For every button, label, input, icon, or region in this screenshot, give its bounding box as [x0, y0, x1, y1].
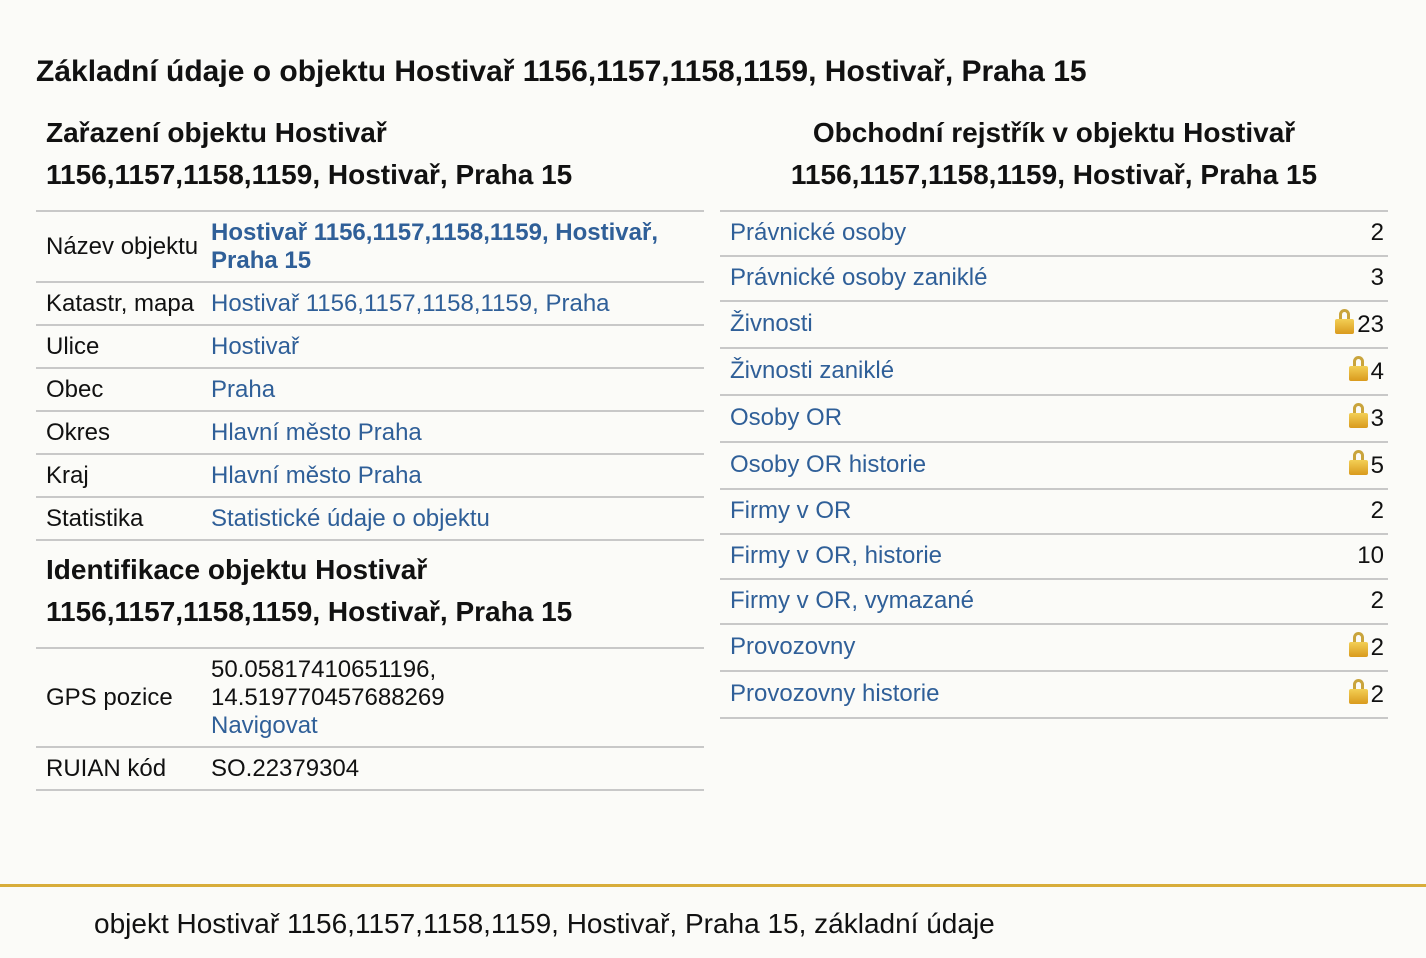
street-label: Ulice	[46, 333, 100, 360]
registry-row: Živnosti zaniklé 4	[720, 348, 1388, 395]
registry-heading: Obchodní rejstřík v objektu Hostivař 115…	[720, 110, 1388, 210]
identification-heading: Identifikace objektu Hostivař 1156,1157,…	[36, 541, 704, 647]
right-column: Obchodní rejstřík v objektu Hostivař 115…	[720, 110, 1388, 719]
object-name-link[interactable]: Hostivař 1156,1157,1158,1159, Hostivař, …	[211, 219, 658, 274]
lock-icon	[1335, 309, 1355, 334]
registry-row: Osoby OR 3	[720, 395, 1388, 442]
identification-heading-line1: Identifikace objektu Hostivař	[46, 554, 428, 585]
name-label: Název objektu	[46, 233, 199, 260]
registry-count: 3	[1370, 405, 1384, 432]
registry-count: 3	[1370, 264, 1384, 291]
identification-heading-line2: 1156,1157,1158,1159, Hostivař, Praha 15	[46, 596, 573, 627]
registry-heading-line2: 1156,1157,1158,1159, Hostivař, Praha 15	[790, 159, 1318, 190]
gps-label: GPS pozice	[46, 684, 173, 711]
registry-link[interactable]: Právnické osoby	[730, 219, 906, 246]
region-link[interactable]: Hlavní město Praha	[211, 462, 422, 489]
street-link[interactable]: Hostivař	[211, 333, 299, 360]
statistics-label: Statistika	[46, 505, 144, 532]
registry-count: 2	[1370, 219, 1384, 246]
registry-row: Firmy v OR, historie 10	[720, 534, 1388, 579]
footer-text: objekt Hostivař 1156,1157,1158,1159, Hos…	[94, 908, 995, 939]
registry-link[interactable]: Osoby OR historie	[730, 451, 926, 478]
table-row-statistics: Statistika Statistické údaje o objektu	[36, 497, 704, 540]
classification-heading-line2: 1156,1157,1158,1159, Hostivař, Praha 15	[46, 159, 573, 190]
page-title: Základní údaje o objektu Hostivař 1156,1…	[36, 55, 1087, 88]
table-row-street: Ulice Hostivař	[36, 325, 704, 368]
lock-icon	[1348, 356, 1368, 381]
gps-longitude: 14.519770457688269	[211, 684, 445, 711]
registry-link[interactable]: Právnické osoby zaniklé	[730, 264, 987, 291]
lock-icon	[1348, 679, 1368, 704]
lock-icon	[1348, 450, 1368, 475]
registry-count: 4	[1370, 358, 1384, 385]
classification-heading: Zařazení objektu Hostivař 1156,1157,1158…	[36, 110, 704, 210]
navigate-link[interactable]: Navigovat	[211, 712, 318, 739]
classification-table: Název objektu Hostivař 1156,1157,1158,11…	[36, 210, 704, 541]
ruian-value: SO.22379304	[211, 755, 360, 782]
registry-row: Provozovny historie 2	[720, 671, 1388, 718]
table-row-district: Okres Hlavní město Praha	[36, 411, 704, 454]
registry-link[interactable]: Firmy v OR, historie	[730, 542, 942, 569]
registry-row: Firmy v OR 2	[720, 489, 1388, 534]
region-label: Kraj	[46, 462, 89, 489]
statistics-link[interactable]: Statistické údaje o objektu	[211, 505, 490, 532]
registry-count: 2	[1370, 587, 1384, 614]
registry-row: Živnosti 23	[720, 301, 1388, 348]
municipality-link[interactable]: Praha	[211, 376, 275, 403]
table-row-municipality: Obec Praha	[36, 368, 704, 411]
lock-icon	[1348, 632, 1368, 657]
footer-divider	[0, 884, 1426, 887]
registry-count: 5	[1370, 452, 1384, 479]
registry-link[interactable]: Živnosti zaniklé	[730, 357, 894, 384]
registry-count: 2	[1370, 634, 1384, 661]
municipality-label: Obec	[46, 376, 104, 403]
registry-count: 2	[1370, 497, 1384, 524]
registry-link[interactable]: Živnosti	[730, 310, 813, 337]
registry-link[interactable]: Osoby OR	[730, 404, 842, 431]
table-row-gps: GPS pozice 50.05817410651196, 14.5197704…	[36, 648, 704, 747]
district-link[interactable]: Hlavní město Praha	[211, 419, 422, 446]
registry-link[interactable]: Firmy v OR, vymazané	[730, 587, 974, 614]
classification-heading-line1: Zařazení objektu Hostivař	[46, 117, 387, 148]
district-label: Okres	[46, 419, 111, 446]
left-column: Zařazení objektu Hostivař 1156,1157,1158…	[36, 110, 704, 791]
registry-link[interactable]: Provozovny	[730, 633, 855, 660]
gps-latitude: 50.05817410651196,	[211, 656, 437, 683]
registry-heading-line1: Obchodní rejstřík v objektu Hostivař	[812, 117, 1296, 148]
ruian-label: RUIAN kód	[46, 755, 167, 782]
cadastre-label: Katastr, mapa	[46, 290, 195, 317]
table-row-cadastre: Katastr, mapa Hostivař 1156,1157,1158,11…	[36, 282, 704, 325]
registry-table: Právnické osoby 2 Právnické osoby zaniklé 3…	[720, 210, 1388, 719]
registry-row: Právnické osoby zaniklé 3	[720, 256, 1388, 301]
registry-count: 23	[1357, 311, 1384, 338]
registry-row: Firmy v OR, vymazané 2	[720, 579, 1388, 624]
registry-row: Právnické osoby 2	[720, 211, 1388, 256]
registry-row: Provozovny 2	[720, 624, 1388, 671]
table-row-ruian: RUIAN kód SO.22379304	[36, 747, 704, 790]
cadastre-link[interactable]: Hostivař 1156,1157,1158,1159, Praha	[211, 290, 610, 317]
registry-link[interactable]: Provozovny historie	[730, 680, 939, 707]
registry-link[interactable]: Firmy v OR	[730, 497, 851, 524]
table-row-region: Kraj Hlavní město Praha	[36, 454, 704, 497]
identification-table: GPS pozice 50.05817410651196, 14.5197704…	[36, 647, 704, 791]
table-row-name: Název objektu Hostivař 1156,1157,1158,11…	[36, 211, 704, 282]
registry-row: Osoby OR historie 5	[720, 442, 1388, 489]
registry-count: 10	[1357, 542, 1384, 569]
registry-count: 2	[1370, 681, 1384, 708]
lock-icon	[1348, 403, 1368, 428]
